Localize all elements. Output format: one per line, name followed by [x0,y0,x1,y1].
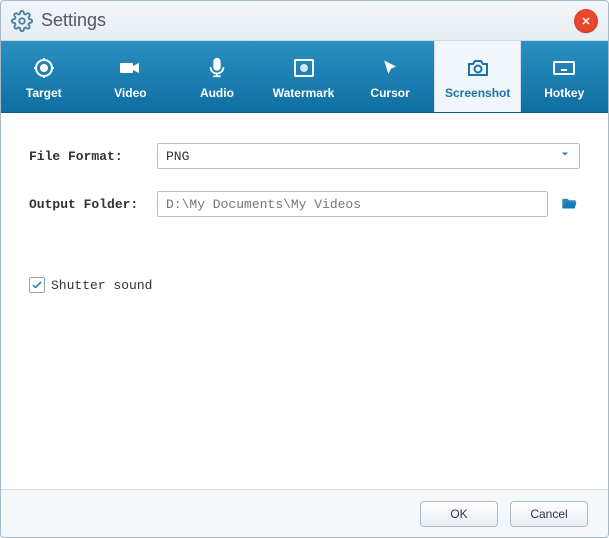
output-folder-row: Output Folder: D:\My Documents\My Videos [29,191,580,217]
output-folder-field[interactable]: D:\My Documents\My Videos [157,191,548,217]
cancel-button[interactable]: Cancel [510,501,588,527]
file-format-select[interactable]: PNG [157,143,580,169]
gear-icon [11,10,33,32]
tab-bar: Target Video Audio Watermark Cursor [1,41,608,113]
output-folder-value: D:\My Documents\My Videos [166,197,361,212]
tab-audio[interactable]: Audio [174,41,261,112]
camera-icon [465,54,491,82]
tab-screenshot[interactable]: Screenshot [434,41,522,112]
shutter-sound-row: Shutter sound [29,277,580,293]
keyboard-icon [551,54,577,82]
file-format-value: PNG [166,149,189,164]
tab-cursor[interactable]: Cursor [347,41,434,112]
footer: OK Cancel [1,489,608,537]
cursor-icon [380,54,400,82]
watermark-icon [292,54,316,82]
tab-label: Screenshot [445,86,510,100]
tab-label: Hotkey [544,86,584,100]
ok-button[interactable]: OK [420,501,498,527]
file-format-row: File Format: PNG [29,143,580,169]
tab-target[interactable]: Target [1,41,88,112]
tab-label: Video [114,86,146,100]
window-title: Settings [41,10,106,31]
browse-folder-button[interactable] [558,193,580,215]
shutter-sound-checkbox[interactable] [29,277,45,293]
tab-label: Watermark [273,86,335,100]
chevron-down-icon [559,148,571,164]
output-folder-label: Output Folder: [29,197,147,212]
tab-label: Audio [200,86,234,100]
microphone-icon [206,54,228,82]
tab-label: Target [26,86,62,100]
tab-watermark[interactable]: Watermark [261,41,348,112]
titlebar: Settings [1,1,608,41]
settings-window: Settings Target Video Audio [0,0,609,538]
content-panel: File Format: PNG Output Folder: D:\My Do… [1,113,608,489]
shutter-sound-label: Shutter sound [51,278,152,293]
tab-label: Cursor [370,86,409,100]
file-format-label: File Format: [29,149,147,164]
close-button[interactable] [574,9,598,33]
video-icon [117,54,143,82]
tab-hotkey[interactable]: Hotkey [521,41,608,112]
target-icon [32,54,56,82]
tab-video[interactable]: Video [88,41,175,112]
